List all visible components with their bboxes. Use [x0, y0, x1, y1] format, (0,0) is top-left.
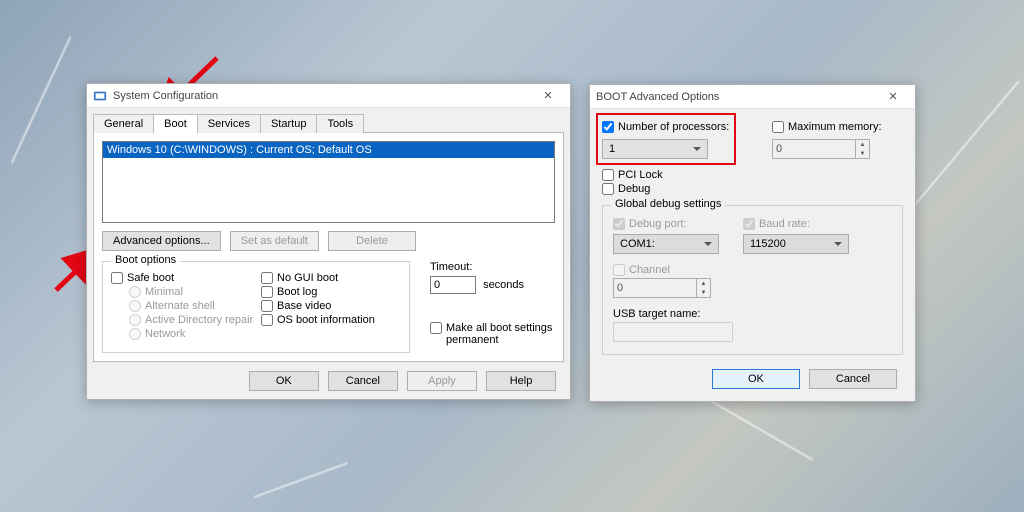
- window-title: BOOT Advanced Options: [596, 91, 877, 103]
- help-button[interactable]: Help: [486, 371, 556, 391]
- window-title: System Configuration: [113, 90, 532, 102]
- spin-up-icon: ▲: [697, 279, 710, 288]
- base-video-checkbox[interactable]: Base video: [261, 300, 401, 312]
- cancel-button[interactable]: Cancel: [809, 369, 897, 389]
- ok-button[interactable]: OK: [712, 369, 800, 389]
- spin-down-icon[interactable]: ▼: [856, 149, 869, 158]
- channel-spinner: ▲▼: [613, 278, 711, 298]
- minimal-radio: Minimal: [129, 286, 261, 298]
- tab-boot[interactable]: Boot: [153, 114, 198, 133]
- debug-port-checkbox: Debug port:: [613, 218, 719, 230]
- boot-options-legend: Boot options: [111, 254, 180, 266]
- boot-advanced-options-window: BOOT Advanced Options ✕ Number of proces…: [589, 84, 916, 402]
- tab-services[interactable]: Services: [197, 114, 261, 133]
- cancel-button[interactable]: Cancel: [328, 371, 398, 391]
- advanced-options-button[interactable]: Advanced options...: [102, 231, 221, 251]
- max-memory-spinner[interactable]: ▲▼: [772, 139, 870, 159]
- close-button[interactable]: ✕: [532, 84, 564, 108]
- baud-rate-checkbox: Baud rate:: [743, 218, 849, 230]
- global-debug-legend: Global debug settings: [611, 198, 725, 210]
- delete-button: Delete: [328, 231, 416, 251]
- max-memory-checkbox[interactable]: Maximum memory:: [772, 121, 882, 133]
- tabs: General Boot Services Startup Tools: [93, 114, 564, 133]
- timeout-input[interactable]: [430, 276, 476, 294]
- os-list-item[interactable]: Windows 10 (C:\WINDOWS) : Current OS; De…: [103, 142, 554, 158]
- usb-target-input: [613, 322, 733, 342]
- apply-button: Apply: [407, 371, 477, 391]
- usb-target-label: USB target name:: [613, 308, 892, 320]
- safe-boot-checkbox[interactable]: Safe boot: [111, 272, 261, 284]
- num-processors-checkbox[interactable]: Number of processors:: [602, 121, 742, 133]
- close-icon: ✕: [888, 90, 897, 103]
- ok-button[interactable]: OK: [249, 371, 319, 391]
- spin-down-icon: ▼: [697, 288, 710, 297]
- tab-startup[interactable]: Startup: [260, 114, 317, 133]
- channel-checkbox: Channel: [613, 264, 892, 276]
- set-as-default-button: Set as default: [230, 231, 319, 251]
- alternate-shell-radio: Alternate shell: [129, 300, 261, 312]
- tab-tools[interactable]: Tools: [316, 114, 364, 133]
- tab-general[interactable]: General: [93, 114, 154, 133]
- baud-rate-dropdown: 115200: [743, 234, 849, 254]
- os-list[interactable]: Windows 10 (C:\WINDOWS) : Current OS; De…: [102, 141, 555, 223]
- network-radio: Network: [129, 328, 261, 340]
- os-boot-info-checkbox[interactable]: OS boot information: [261, 314, 401, 326]
- timeout-unit: seconds: [483, 279, 524, 291]
- make-permanent-checkbox[interactable]: Make all boot settings permanent: [430, 322, 555, 346]
- num-processors-dropdown[interactable]: 1: [602, 139, 708, 159]
- system-configuration-window: System Configuration ✕ General Boot Serv…: [86, 83, 571, 400]
- boot-log-checkbox[interactable]: Boot log: [261, 286, 401, 298]
- close-icon: ✕: [543, 89, 552, 102]
- timeout-label: Timeout:: [430, 261, 555, 273]
- no-gui-boot-checkbox[interactable]: No GUI boot: [261, 272, 401, 284]
- close-button[interactable]: ✕: [877, 85, 909, 109]
- spin-up-icon[interactable]: ▲: [856, 140, 869, 149]
- ad-repair-radio: Active Directory repair: [129, 314, 261, 326]
- debug-port-dropdown: COM1:: [613, 234, 719, 254]
- msconfig-icon: [93, 89, 107, 103]
- debug-checkbox[interactable]: Debug: [602, 183, 903, 195]
- pci-lock-checkbox[interactable]: PCI Lock: [602, 169, 903, 181]
- global-debug-settings-group: Global debug settings Debug port: COM1: …: [602, 205, 903, 355]
